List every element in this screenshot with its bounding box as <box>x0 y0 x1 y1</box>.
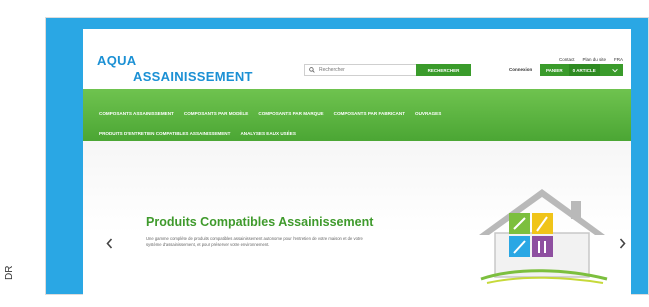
carousel-next-button[interactable] <box>616 234 628 252</box>
hero-banner: Produits Compatibles Assainissement Une … <box>83 141 631 295</box>
cart-widget[interactable]: PANIER 0 ARTICLE <box>540 64 623 76</box>
photo-credit: DR <box>4 265 15 280</box>
nav-item-composants-par-modele[interactable]: COMPOSANTS PAR MODÈLE <box>184 111 249 116</box>
search-input[interactable] <box>317 65 405 75</box>
logo-assainissement[interactable]: ASSAINISSEMENT <box>133 69 253 84</box>
cart-count: 0 ARTICLE <box>568 64 600 76</box>
chevron-left-icon <box>105 237 112 249</box>
nav-item-composants-par-fabricant[interactable]: COMPOSANTS PAR FABRICANT <box>334 111 405 116</box>
nav-row-2: PRODUITS D'ENTRETIEN COMPATIBLES ASSAINI… <box>99 131 296 136</box>
language-selector[interactable]: FRA <box>614 57 623 62</box>
web-page: AQUA ASSAINISSEMENT RECHERCHER Contact P… <box>83 29 631 295</box>
top-link-sitemap[interactable]: Plan du site <box>582 57 606 62</box>
nav-item-ouvrages[interactable]: OUVRAGES <box>415 111 441 116</box>
main-navigation: COMPOSANTS ASSAINISSEMENT COMPOSANTS PAR… <box>83 89 631 141</box>
nav-item-composants-assainissement[interactable]: COMPOSANTS ASSAINISSEMENT <box>99 111 174 116</box>
nav-item-composants-par-marque[interactable]: COMPOSANTS PAR MARQUE <box>258 111 323 116</box>
website-screenshot: AQUA ASSAINISSEMENT RECHERCHER Contact P… <box>45 17 649 295</box>
search-button[interactable]: RECHERCHER <box>416 64 471 76</box>
cart-label: PANIER <box>546 67 563 73</box>
search-icon <box>307 65 317 75</box>
logo-aqua[interactable]: AQUA <box>97 53 136 68</box>
house-illustration <box>479 189 608 284</box>
banner-description: Une gamme complète de produits compatibl… <box>146 236 363 247</box>
nav-item-produits-entretien[interactable]: PRODUITS D'ENTRETIEN COMPATIBLES ASSAINI… <box>99 131 230 136</box>
chevron-right-icon <box>619 237 626 249</box>
top-links: Contact Plan du site FRA <box>559 57 623 62</box>
banner-title: Produits Compatibles Assainissement <box>146 215 374 229</box>
chevron-down-icon[interactable] <box>611 66 619 74</box>
nav-row-1: COMPOSANTS ASSAINISSEMENT COMPOSANTS PAR… <box>99 111 441 116</box>
login-link[interactable]: Connexion <box>509 67 532 72</box>
nav-item-analyses-eaux-usees[interactable]: ANALYSES EAUX USÉES <box>240 131 295 136</box>
carousel-prev-button[interactable] <box>103 234 115 252</box>
top-link-contact[interactable]: Contact <box>559 57 575 62</box>
